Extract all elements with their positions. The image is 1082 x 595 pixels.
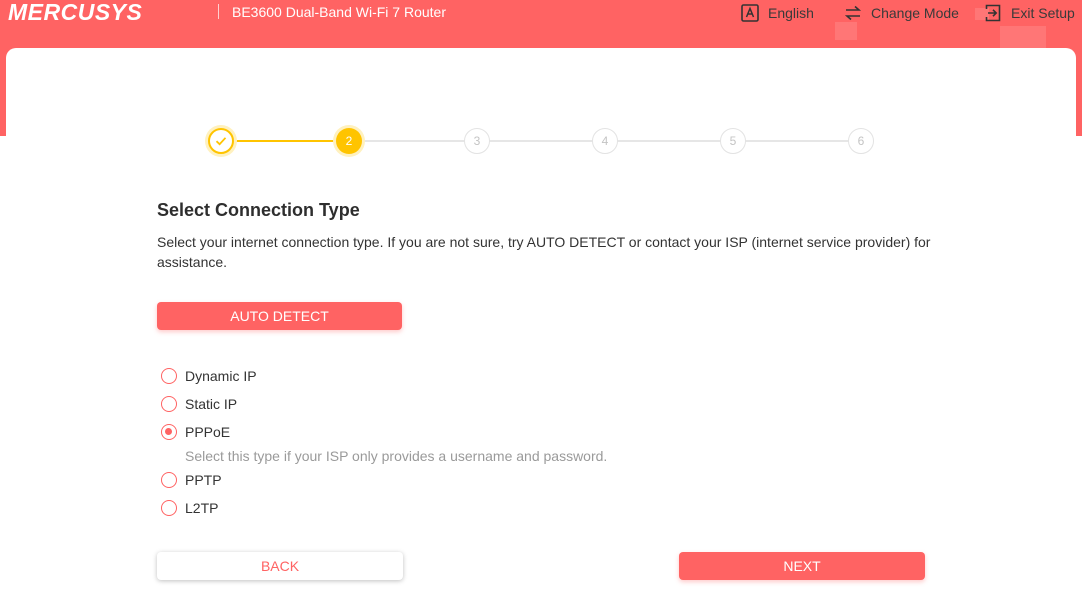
top-header: MERCUSYS BE3600 Dual-Band Wi-Fi 7 Router… [0,0,1082,26]
radio-circle[interactable] [161,368,177,384]
exit-setup-label: Exit Setup [1011,5,1075,21]
exit-setup-button[interactable]: Exit Setup [983,3,1075,23]
step-1 [208,128,234,154]
language-selector[interactable]: English [740,3,814,23]
exit-icon [985,4,1001,22]
step-3: 3 [464,128,490,154]
progress-stepper: 2 3 4 5 6 [208,128,876,154]
radio-dynamic-ip[interactable]: Dynamic IP [161,367,257,385]
change-mode-button[interactable]: Change Mode [843,3,959,23]
radio-circle-checked[interactable] [161,424,177,440]
check-icon [215,137,227,146]
step-5: 5 [720,128,746,154]
step-6: 6 [848,128,874,154]
language-icon [741,4,759,22]
background-decoration [1000,26,1046,48]
page-title: Select Connection Type [157,200,360,220]
header-divider [218,4,219,19]
radio-label: Dynamic IP [185,368,257,384]
next-button[interactable]: NEXT [679,552,925,580]
radio-label: Static IP [185,396,238,412]
language-label: English [768,5,814,21]
page-description: Select your internet connection type. If… [157,234,931,270]
brand-logo: MERCUSYS [8,0,143,25]
back-button[interactable]: BACK [157,552,403,580]
product-name: BE3600 Dual-Band Wi-Fi 7 Router [232,4,446,20]
step-4: 4 [592,128,618,154]
step-2: 2 [336,128,362,154]
radio-circle[interactable] [161,500,177,516]
radio-l2tp[interactable]: L2TP [161,499,218,517]
radio-pppoe[interactable]: PPPoE [161,423,230,441]
stepper-line-complete [221,140,349,142]
radio-circle[interactable] [161,472,177,488]
radio-label: PPPoE [185,424,231,440]
radio-circle[interactable] [161,396,177,412]
auto-detect-button[interactable]: AUTO DETECT [157,302,402,330]
radio-label: L2TP [185,500,219,516]
pppoe-hint: Select this type if your ISP only provid… [185,448,608,464]
radio-static-ip[interactable]: Static IP [161,395,237,413]
radio-label: PPTP [185,472,222,488]
radio-pptp[interactable]: PPTP [161,471,222,489]
change-mode-label: Change Mode [871,5,959,21]
change-mode-icon [844,5,862,21]
